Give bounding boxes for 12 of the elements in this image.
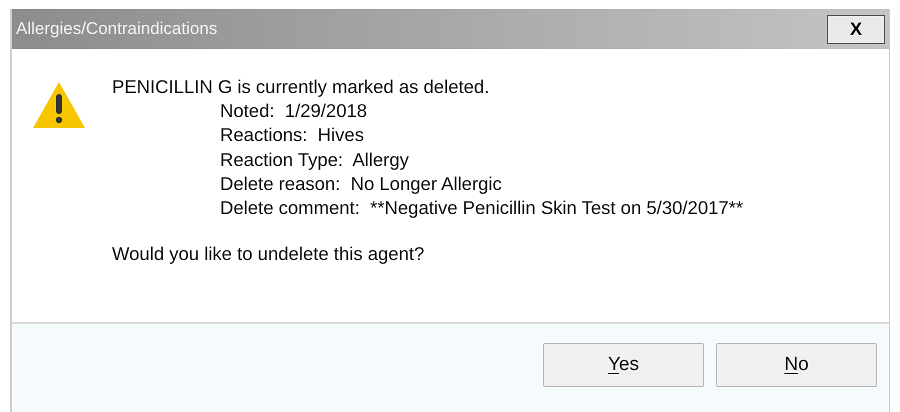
detail-line: Delete comment: **Negative Penicillin Skin Test on 5/30/2017**: [219, 196, 744, 220]
question-text: Would you like to undelete this agent?: [112, 242, 426, 266]
dialog-button[interactable]: Yes: [543, 343, 704, 387]
detail-line: Reactions: Hives: [219, 123, 365, 148]
detail-line: Noted: 1/29/2018: [219, 99, 368, 124]
detail-line: Delete reason: No Longer Allergic: [219, 172, 503, 196]
warning-icon: [32, 81, 86, 129]
message-headline: PENICILLIN G is currently marked as deleted.: [112, 75, 490, 99]
dialog-button[interactable]: No: [716, 343, 877, 387]
close-button[interactable]: X: [827, 14, 885, 44]
window-title: Allergies/Contraindications: [16, 18, 218, 40]
detail-line: Reaction Type: Allergy: [219, 148, 410, 172]
